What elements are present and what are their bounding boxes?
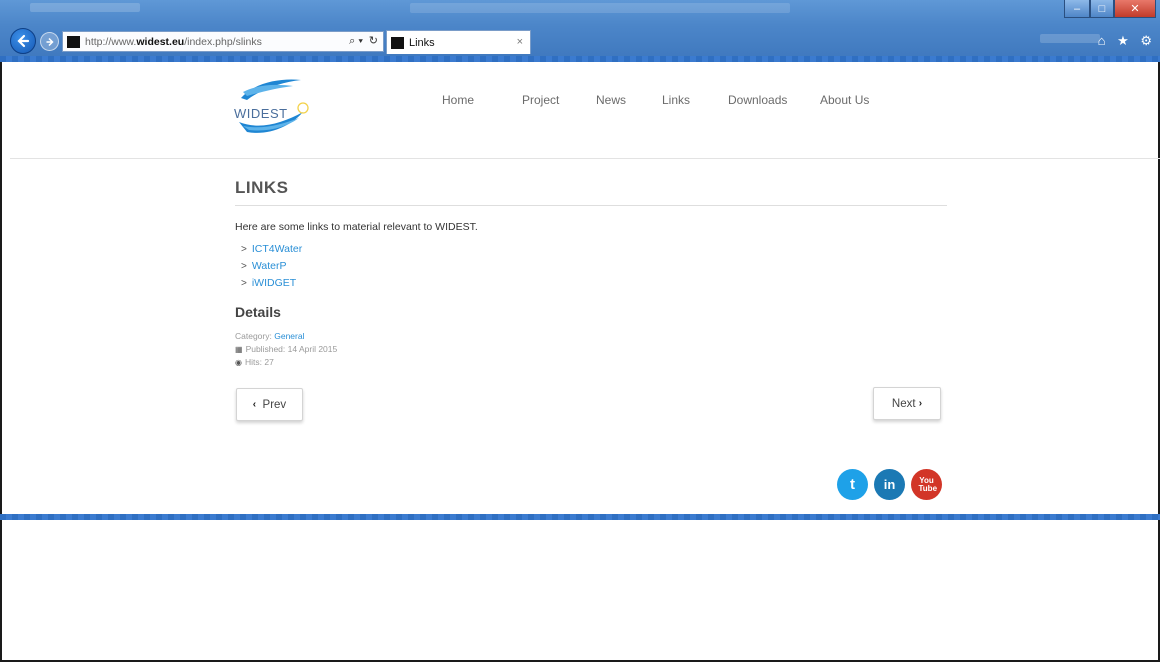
hits-row: ◉ Hits: 27 [235, 356, 947, 369]
nav-home[interactable]: Home [442, 93, 522, 107]
chevron-left-icon: ‹ [252, 399, 257, 410]
tab-links[interactable]: Links × [386, 30, 531, 54]
nav-news[interactable]: News [596, 93, 662, 107]
youtube-icon[interactable]: You Tube [911, 469, 942, 500]
article: LINKS Here are some links to material re… [235, 178, 947, 369]
home-favorites-settings-icons[interactable]: ⌂ ★ ⚙ [1098, 33, 1156, 49]
forward-arrow-icon [46, 37, 54, 46]
linkedin-icon[interactable]: in [874, 469, 905, 500]
details-heading: Details [235, 304, 281, 320]
linkedin-glyph: in [883, 477, 896, 492]
chevron-right-icon: › [918, 398, 923, 409]
back-button[interactable] [10, 28, 36, 54]
minimize-button[interactable]: – [1064, 0, 1090, 18]
window-controls: – □ ✕ [1064, 0, 1156, 18]
nav-about-us[interactable]: About Us [820, 93, 890, 107]
youtube-glyph: You Tube [918, 475, 938, 493]
intro-text: Here are some links to material relevant… [235, 221, 478, 233]
link-waterp[interactable]: WaterP [252, 260, 287, 272]
eye-icon: ◉ [235, 358, 242, 367]
site-header: WIDEST Home Project News Links Downloads… [10, 62, 1160, 159]
blurred-user [1040, 34, 1100, 43]
address-bar[interactable]: http://www.widest.eu/index.php/slinks ⌕ … [62, 31, 384, 52]
category-link[interactable]: General [274, 331, 304, 341]
main-nav: Home Project News Links Downloads About … [442, 93, 890, 107]
published-row: ▦ Published: 14 April 2015 [235, 343, 947, 356]
nav-downloads[interactable]: Downloads [728, 93, 820, 107]
maximize-button[interactable]: □ [1090, 0, 1114, 18]
address-url: http://www.widest.eu/index.php/slinks [85, 35, 262, 48]
calendar-icon: ▦ [235, 345, 243, 354]
page-title: LINKS [235, 178, 947, 206]
window-title-blurred [410, 3, 790, 13]
search-dropdown-icon[interactable]: ⌕ ▾ [349, 35, 363, 48]
tab-close-icon[interactable]: × [517, 36, 523, 48]
chevron-right-icon: > [241, 278, 247, 289]
article-meta: Category: General ▦ Published: 14 April 2… [235, 330, 947, 369]
footer-strip [0, 514, 1160, 520]
links-list: > ICT4Water > WaterP > iWIDGET [235, 241, 947, 292]
nav-project[interactable]: Project [522, 93, 596, 107]
tab-favicon [391, 36, 404, 49]
prev-label: Prev [262, 398, 287, 411]
close-window-button[interactable]: ✕ [1114, 0, 1156, 18]
twitter-glyph: t [850, 476, 855, 493]
prev-button[interactable]: ‹ Prev [236, 388, 303, 421]
link-iwidget[interactable]: iWIDGET [252, 277, 296, 289]
list-item: > WaterP [235, 258, 947, 275]
next-button[interactable]: Next › [873, 387, 941, 420]
category-row: Category: General [235, 330, 947, 343]
blurred-toolbar [30, 3, 140, 12]
category-label: Category: [235, 331, 272, 341]
widest-logo[interactable]: WIDEST [233, 76, 313, 138]
back-arrow-icon [17, 34, 30, 48]
tab-title: Links [409, 36, 435, 49]
browser-chrome: http://www.widest.eu/index.php/slinks ⌕ … [0, 0, 1160, 62]
site-favicon [67, 35, 80, 48]
list-item: > ICT4Water [235, 241, 947, 258]
published-date: Published: 14 April 2015 [245, 344, 338, 354]
next-label: Next [891, 397, 916, 410]
nav-links[interactable]: Links [662, 93, 728, 107]
chevron-right-icon: > [241, 244, 247, 255]
logo-text: WIDEST [234, 106, 288, 121]
hits-count: Hits: 27 [244, 357, 274, 367]
forward-button[interactable] [40, 32, 59, 51]
list-item: > iWIDGET [235, 275, 947, 292]
refresh-icon[interactable]: ↻ [369, 34, 378, 47]
twitter-icon[interactable]: t [837, 469, 868, 500]
chevron-right-icon: > [241, 261, 247, 272]
link-ict4water[interactable]: ICT4Water [252, 243, 302, 255]
